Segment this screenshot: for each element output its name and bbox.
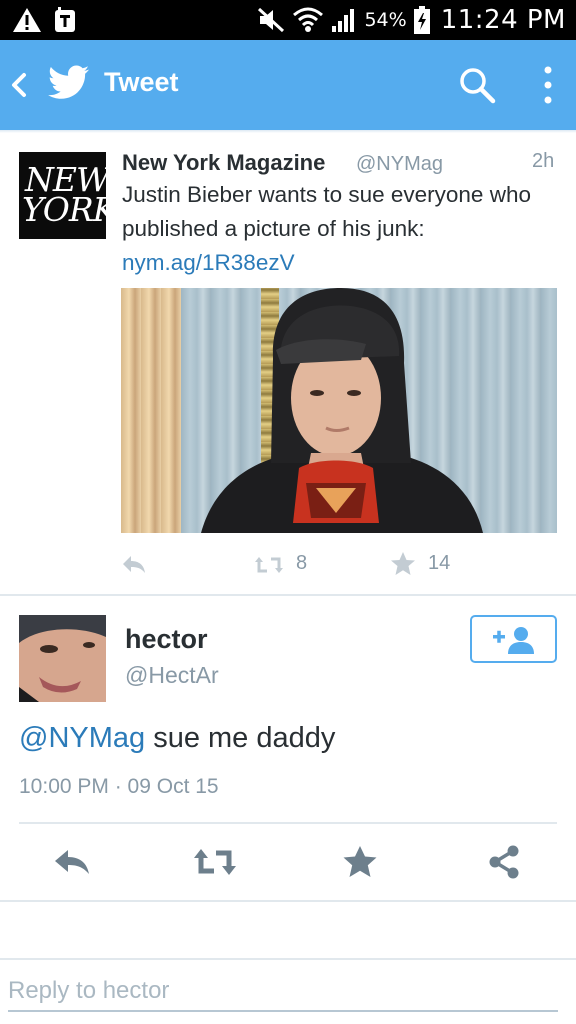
more-vert-icon[interactable]: [538, 64, 558, 106]
divider: [19, 822, 557, 824]
hector-avatar[interactable]: [19, 615, 106, 702]
page-title: Tweet: [104, 67, 179, 97]
mute-icon: [258, 7, 285, 33]
app-bar: Tweet: [0, 40, 576, 130]
divider: [0, 900, 576, 902]
tweet-timestamp: 10:00 PM · 09 Oct 15: [19, 775, 219, 798]
battery-icon: [413, 6, 430, 34]
warning-icon: [13, 8, 41, 32]
reply-icon[interactable]: [52, 846, 92, 878]
tweet-photo[interactable]: [121, 288, 557, 533]
tweet-author-name[interactable]: hector: [125, 624, 208, 655]
search-icon[interactable]: [458, 66, 496, 104]
retweet-icon[interactable]: [193, 846, 237, 878]
tweet-actions: [0, 840, 576, 884]
battery-percent: 54%: [364, 9, 407, 31]
quoted-tweet-time: 2h: [532, 150, 555, 172]
status-bar-left: [12, 4, 78, 36]
clock: 11:24 PM: [440, 5, 566, 35]
signal-icon: [332, 9, 355, 32]
reply-input[interactable]: [8, 972, 558, 1012]
reply-icon[interactable]: [120, 552, 148, 576]
nymag-avatar[interactable]: NEW YORK: [19, 152, 106, 239]
avatar-photo: [19, 615, 106, 702]
add-user-icon: [493, 627, 534, 654]
favorite-icon[interactable]: [390, 551, 416, 577]
status-bar-right: 54% 11:24 PM: [256, 0, 566, 40]
retweet-icon[interactable]: [254, 554, 284, 576]
quoted-tweet-actions: 8 14: [0, 548, 576, 582]
tweet-text: @NYMag sue me daddy: [19, 722, 335, 755]
status-bar: 54% 11:24 PM: [0, 0, 576, 40]
follow-button[interactable]: [470, 615, 557, 663]
back-icon[interactable]: [8, 70, 30, 100]
twitter-bird-icon[interactable]: [48, 65, 90, 101]
quoted-tweet-link[interactable]: nym.ag/1R38ezV: [122, 246, 295, 280]
photo-person-figure: [201, 288, 483, 533]
wifi-icon: [293, 7, 324, 32]
favorite-icon[interactable]: [342, 844, 378, 880]
divider: [0, 594, 576, 596]
tweet-body: sue me daddy: [145, 722, 336, 754]
reply-bar: [0, 958, 576, 1024]
retweet-count: 8: [296, 552, 308, 574]
tweet-mention[interactable]: @NYMag: [19, 722, 145, 754]
quoted-tweet-text: Justin Bieber wants to sue everyone who …: [122, 182, 531, 241]
quoted-tweet-author-name[interactable]: New York Magazine: [122, 150, 325, 176]
app-bar-shadow: [0, 130, 576, 133]
tmobile-icon: [55, 7, 75, 32]
avatar-logo-text-2: YORK: [22, 190, 106, 229]
favorite-count: 14: [428, 552, 451, 574]
share-icon[interactable]: [486, 844, 522, 880]
quoted-tweet-author-handle[interactable]: @NYMag: [356, 153, 443, 176]
tweet-author-handle[interactable]: @HectAr: [125, 662, 219, 689]
